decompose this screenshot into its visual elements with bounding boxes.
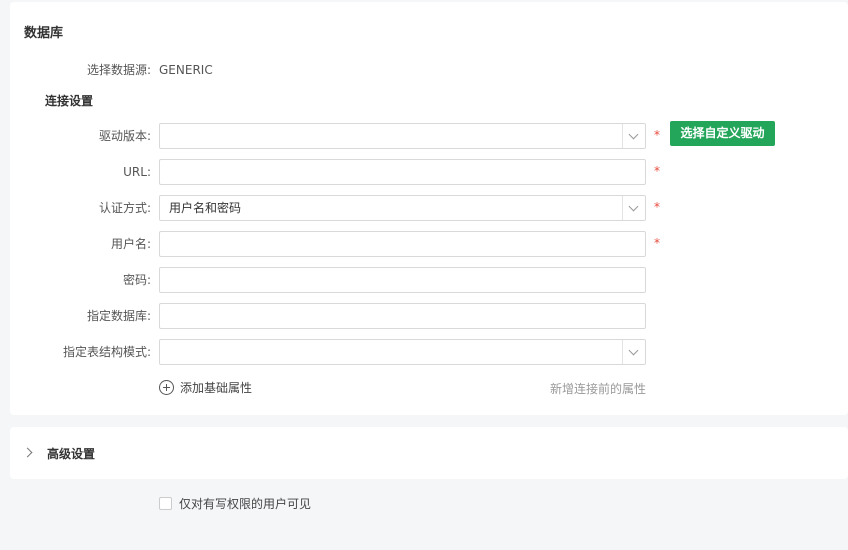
add-attribute-button[interactable]: 添加基础属性	[159, 377, 252, 397]
advanced-settings-toggle[interactable]: 高级设置	[10, 427, 848, 479]
add-attribute-label: 添加基础属性	[180, 380, 253, 395]
chevron-down-icon	[628, 201, 639, 212]
required-marker: *	[654, 164, 660, 178]
auth-select-value: 用户名和密码	[169, 201, 242, 215]
visibility-option[interactable]: 仅对有写权限的用户可见	[159, 495, 311, 511]
advanced-settings-title: 高级设置	[47, 447, 96, 461]
plus-circle-icon	[159, 379, 174, 395]
username-input[interactable]	[159, 231, 646, 257]
required-marker: *	[654, 200, 660, 214]
auth-select[interactable]: 用户名和密码	[159, 195, 646, 221]
driver-dropdown-toggle[interactable]	[622, 124, 645, 148]
driver-select[interactable]	[159, 123, 646, 149]
specified-db-input[interactable]	[159, 303, 646, 329]
chevron-right-icon	[22, 447, 33, 458]
schema-row: 指定表结构模式:	[10, 339, 848, 365]
url-label: URL:	[123, 165, 151, 179]
schema-dropdown-toggle[interactable]	[622, 340, 645, 364]
section-title: 数据库	[24, 26, 64, 41]
source-value: GENERIC	[159, 63, 213, 77]
specified-db-row: 指定数据库:	[10, 303, 848, 329]
attribute-hint: 新增连接前的属性	[549, 382, 646, 396]
schema-select[interactable]	[159, 339, 646, 365]
required-marker: *	[654, 236, 660, 250]
chevron-down-icon	[628, 345, 639, 356]
auth-dropdown-toggle[interactable]	[622, 196, 645, 220]
database-card: 数据库 选择数据源: GENERIC 连接设置 驱动版本: * 选择自定义驱动 …	[10, 2, 848, 415]
chevron-down-icon	[628, 129, 639, 140]
visibility-label: 仅对有写权限的用户可见	[179, 496, 312, 511]
driver-label: 驱动版本:	[98, 129, 151, 143]
custom-driver-button[interactable]: 选择自定义驱动	[670, 121, 775, 146]
auth-label: 认证方式:	[98, 201, 151, 215]
password-input[interactable]	[159, 267, 646, 293]
schema-label: 指定表结构模式:	[62, 345, 151, 359]
username-row: 用户名: *	[10, 231, 848, 257]
visibility-checkbox[interactable]	[159, 496, 172, 510]
specified-db-label: 指定数据库:	[86, 309, 151, 323]
required-marker: *	[654, 128, 660, 142]
url-input[interactable]	[159, 159, 646, 185]
password-label: 密码:	[122, 273, 151, 287]
auth-row: 认证方式: 用户名和密码 *	[10, 195, 848, 221]
driver-row: 驱动版本: * 选择自定义驱动	[10, 121, 848, 149]
username-label: 用户名:	[110, 237, 151, 251]
url-row: URL: *	[10, 159, 848, 185]
source-label: 选择数据源:	[86, 63, 151, 77]
source-row: 选择数据源: GENERIC	[10, 57, 848, 83]
connection-heading: 连接设置	[45, 94, 94, 108]
password-row: 密码:	[10, 267, 848, 293]
